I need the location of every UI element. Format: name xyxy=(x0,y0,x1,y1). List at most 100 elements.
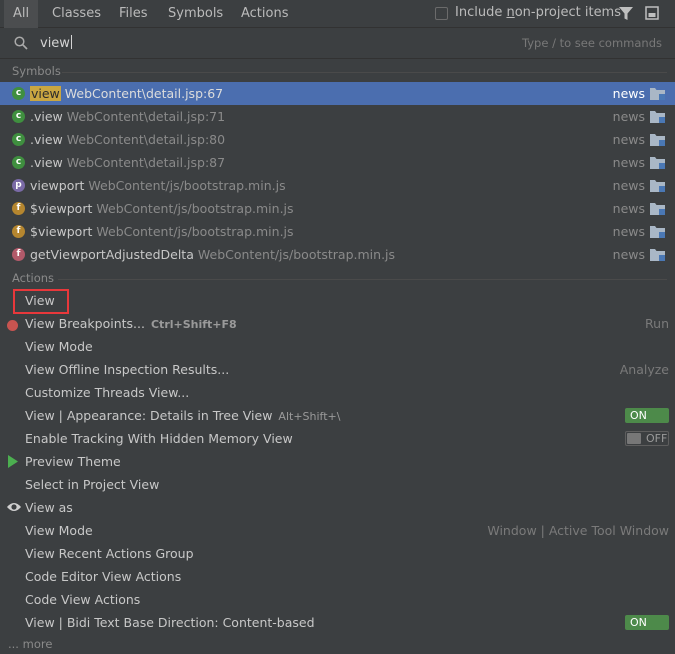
action-row[interactable]: View Mode xyxy=(0,335,675,358)
tab-actions[interactable]: Actions xyxy=(241,0,289,28)
module-folder-icon xyxy=(650,226,665,238)
toggle-switch[interactable]: OFF xyxy=(625,431,669,446)
symbol-row[interactable]: f $viewport WebContent/js/bootstrap.min.js… xyxy=(0,220,675,243)
action-name: Code Editor View Actions xyxy=(25,565,181,588)
action-row[interactable]: Preview Theme xyxy=(0,450,675,473)
search-icon xyxy=(14,36,28,50)
symbol-path: WebContent/js/bootstrap.min.js xyxy=(96,224,294,239)
module-folder-icon xyxy=(650,134,665,146)
action-group: Analyze xyxy=(619,362,669,377)
search-bar: view Type / to see commands xyxy=(0,29,675,59)
tab-classes[interactable]: Classes xyxy=(52,0,101,28)
action-name: Customize Threads View... xyxy=(25,381,189,404)
tab-files[interactable]: Files xyxy=(119,0,148,28)
toggle-switch[interactable]: ON xyxy=(625,615,669,630)
action-name: View Mode xyxy=(25,335,93,358)
symbol-path: WebContent/js/bootstrap.min.js xyxy=(88,178,286,193)
action-row[interactable]: View xyxy=(0,289,675,312)
action-row[interactable]: Customize Threads View... xyxy=(0,381,675,404)
action-label: Code Editor View Actions xyxy=(25,569,182,584)
include-non-project-checkbox[interactable] xyxy=(435,7,448,20)
action-label: Select in Project View xyxy=(25,477,160,492)
action-row[interactable]: Code Editor View Actions xyxy=(0,565,675,588)
action-label: Enable Tracking With Hidden Memory View xyxy=(25,431,293,446)
include-non-project-label[interactable]: Include non-project items xyxy=(455,5,621,20)
breakpoint-icon xyxy=(7,320,18,331)
play-icon xyxy=(8,455,18,468)
module-folder-icon xyxy=(650,249,665,261)
module-folder-icon xyxy=(650,180,665,192)
symbol-name: .view WebContent\detail.jsp:71 xyxy=(30,105,225,128)
symbol-name: getViewportAdjustedDelta WebContent/js/bo… xyxy=(30,243,395,266)
action-row[interactable]: View as xyxy=(0,496,675,519)
action-label: View Breakpoints... xyxy=(25,316,145,331)
action-row[interactable]: View Recent Actions Group xyxy=(0,542,675,565)
symbol-path: WebContent/js/bootstrap.min.js xyxy=(96,201,294,216)
section-actions-label: Actions xyxy=(12,271,55,285)
property-icon: p xyxy=(12,179,25,192)
symbol-match: .view xyxy=(30,155,63,170)
eye-icon xyxy=(7,503,21,511)
action-name: View | Bidi Text Base Direction: Content… xyxy=(25,611,315,634)
symbol-module: news xyxy=(612,155,645,170)
action-label: Code View Actions xyxy=(25,592,141,607)
symbol-module: news xyxy=(612,224,645,239)
symbol-path: WebContent\detail.jsp:80 xyxy=(66,132,226,147)
action-name: Code View Actions xyxy=(25,588,140,611)
action-label: View Mode xyxy=(25,339,93,354)
toggle-label: OFF xyxy=(646,432,668,445)
symbol-name: viewport WebContent/js/bootstrap.min.js xyxy=(30,174,286,197)
symbol-match: $viewport xyxy=(30,224,93,239)
symbol-match: getViewportAdjustedDelta xyxy=(30,247,194,262)
action-row[interactable]: View Offline Inspection Results... Analyz… xyxy=(0,358,675,381)
symbol-path: WebContent/js/bootstrap.min.js xyxy=(197,247,396,262)
symbol-row[interactable]: f $viewport WebContent/js/bootstrap.min.js… xyxy=(0,197,675,220)
symbol-name: view WebContent\detail.jsp:67 xyxy=(30,82,223,105)
symbol-row[interactable]: c .view WebContent\detail.jsp:87 news xyxy=(0,151,675,174)
action-label: Preview Theme xyxy=(25,454,121,469)
symbol-name: .view WebContent\detail.jsp:80 xyxy=(30,128,225,151)
toggle-knob xyxy=(627,433,641,444)
module-folder-icon xyxy=(650,88,665,100)
action-row[interactable]: View Breakpoints... Ctrl+Shift+F8 Run xyxy=(0,312,675,335)
symbol-match: .view xyxy=(30,132,63,147)
section-symbols-label: Symbols xyxy=(12,64,61,78)
symbol-path: WebContent\detail.jsp:71 xyxy=(66,109,226,124)
search-input[interactable]: view xyxy=(40,35,72,51)
action-row[interactable]: Select in Project View xyxy=(0,473,675,496)
action-row[interactable]: View | Appearance: Details in Tree View A… xyxy=(0,404,675,427)
symbol-path: WebContent\detail.jsp:67 xyxy=(64,86,224,101)
symbol-row[interactable]: c .view WebContent\detail.jsp:71 news xyxy=(0,105,675,128)
action-row[interactable]: View Mode Window | Active Tool Window xyxy=(0,519,675,542)
action-shortcut: Ctrl+Shift+F8 xyxy=(150,318,237,331)
module-folder-icon xyxy=(650,203,665,215)
pin-window-icon[interactable] xyxy=(645,6,659,20)
action-row[interactable]: Code View Actions xyxy=(0,588,675,611)
action-row[interactable]: Enable Tracking With Hidden Memory View O… xyxy=(0,427,675,450)
action-name: View Breakpoints... Ctrl+Shift+F8 xyxy=(25,312,237,336)
filter-icon[interactable] xyxy=(619,6,633,22)
action-group: Run xyxy=(645,316,669,331)
module-folder-icon xyxy=(650,111,665,123)
symbol-module: news xyxy=(612,201,645,216)
tab-symbols[interactable]: Symbols xyxy=(168,0,223,28)
action-name: View Recent Actions Group xyxy=(25,542,194,565)
symbol-match: $viewport xyxy=(30,201,93,216)
symbol-row[interactable]: c view WebContent\detail.jsp:67 news xyxy=(0,82,675,105)
function-icon: f xyxy=(12,202,25,215)
symbol-row[interactable]: p viewport WebContent/js/bootstrap.min.js n… xyxy=(0,174,675,197)
module-folder-icon xyxy=(650,157,665,169)
symbol-row[interactable]: c .view WebContent\detail.jsp:80 news xyxy=(0,128,675,151)
symbol-match: view xyxy=(30,86,61,101)
tab-all[interactable]: All xyxy=(4,0,38,28)
more-link[interactable]: ... more xyxy=(8,637,52,651)
toggle-switch[interactable]: ON xyxy=(625,408,669,423)
symbol-row[interactable]: f getViewportAdjustedDelta WebContent/js/b… xyxy=(0,243,675,266)
action-row[interactable]: View | Bidi Text Base Direction: Content… xyxy=(0,611,675,634)
action-shortcut: Alt+Shift+\ xyxy=(278,410,341,423)
symbol-name: $viewport WebContent/js/bootstrap.min.js xyxy=(30,220,294,243)
section-divider xyxy=(58,279,667,280)
action-name: Enable Tracking With Hidden Memory View xyxy=(25,427,293,450)
class-icon: c xyxy=(12,133,25,146)
action-name: View Offline Inspection Results... xyxy=(25,358,229,381)
